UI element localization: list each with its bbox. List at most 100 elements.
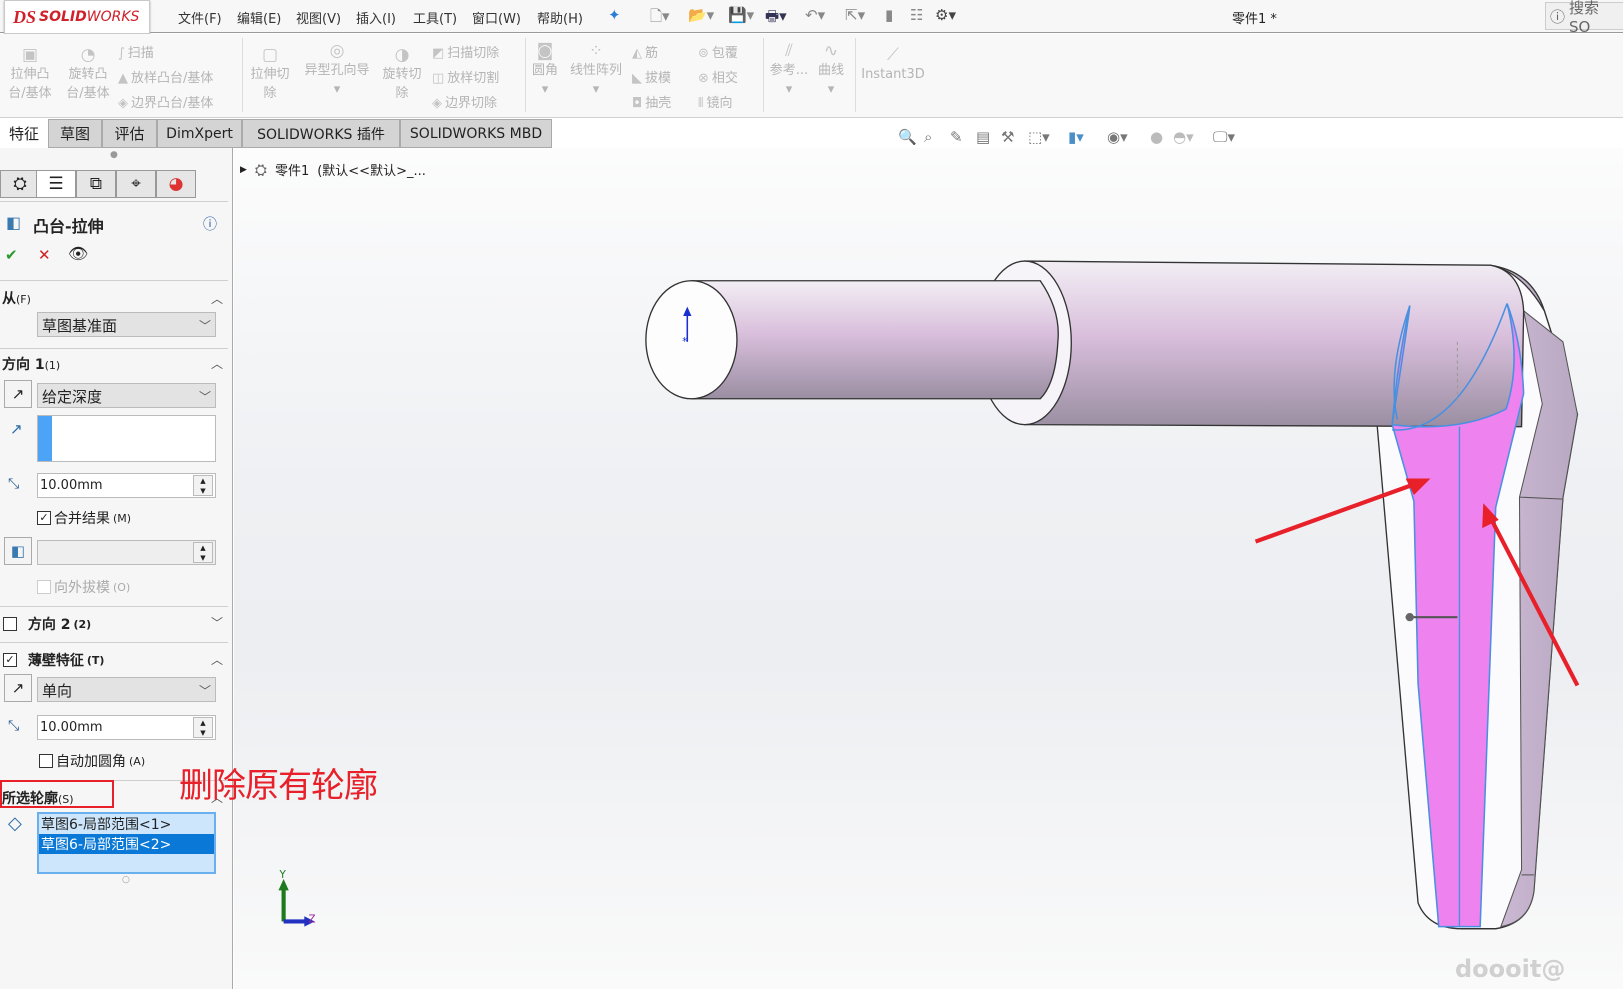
search-box[interactable]: ⓘ 搜索 SO [1545,0,1623,36]
expand-chevron-icon[interactable]: ﹀ [211,614,223,631]
reverse-thin-direction-button[interactable]: ↗ [4,674,32,702]
display-style-icon[interactable]: ▮▾ [1068,128,1084,146]
draft-outward-checkbox[interactable]: 向外拔模 (O) [37,577,130,597]
contour-list-item-selected[interactable]: 草图6-局部范围<2> [39,834,214,854]
fillet-button[interactable]: ◙ 圆角 ▾ [528,42,562,99]
menu-view[interactable]: 视图(V) [296,8,341,27]
from-select[interactable]: 草图基准面 ﹀ [37,312,216,337]
depth-input[interactable]: 10.00mm ▲ ▼ [37,473,216,498]
collapse-chevron-icon[interactable]: ︿ [211,290,223,307]
cancel-x-icon[interactable]: ✕ [38,246,51,264]
solidworks-logo[interactable]: DS SOLIDWORKS [4,0,150,34]
save-icon[interactable]: 💾▾ [728,6,754,24]
display-manager-tab[interactable]: ◕ [156,170,196,198]
reference-geometry-button[interactable]: ⫽ 参考... ▾ [768,42,810,99]
boundary-boss-button[interactable]: ◈ 边界凸台/基体 [118,92,213,111]
revolve-boss-button[interactable]: ◔ 旋转凸台/基体 [62,46,114,103]
contour-list-item[interactable]: 草图6-局部范围<1> [39,814,214,834]
menu-tools[interactable]: 工具(T) [413,8,457,27]
rebuild-icon[interactable]: ▮ [885,6,893,24]
tab-features[interactable]: 特征 [0,119,48,148]
curves-button[interactable]: ∿ 曲线 ▾ [814,42,848,99]
feature-tree-root[interactable]: ▶ ⛭ 零件1 (默认<<默认>_... [240,160,426,180]
section-direction1-header[interactable]: 方向 1(1) [2,354,60,374]
tab-solidworks-mbd[interactable]: SOLIDWORKS MBD [400,119,552,148]
zoom-to-area-icon[interactable]: ⌕ [924,128,932,146]
hide-show-items-icon[interactable]: ◉▾ [1107,128,1128,146]
collapse-chevron-icon[interactable]: ︿ [211,651,223,668]
draft-toggle-button[interactable]: ◧ [4,537,32,565]
shell-button[interactable]: ◘ 抽壳 [632,92,671,111]
wrap-button[interactable]: ⊚ 包覆 [698,42,738,61]
tab-sketch[interactable]: 草图 [48,119,102,148]
draft-button[interactable]: ◣ 拔模 [632,67,671,86]
open-icon[interactable]: 📂▾ [688,6,714,24]
extrude-cut-button[interactable]: ▢ 拉伸切除 [248,46,292,103]
tab-dimxpert[interactable]: DimXpert [157,119,242,148]
graphics-area[interactable] [234,148,1623,989]
boundary-cut-button[interactable]: ◈ 边界切除 [432,92,497,111]
list-resize-handle[interactable]: ○ [122,875,130,885]
section-view-icon[interactable]: ▤ [976,128,990,146]
panel-resize-handle[interactable]: ● [110,150,118,160]
auto-fillet-checkbox[interactable]: 自动加圆角 (A) [39,751,145,771]
extrude-boss-button[interactable]: ▣ 拉伸凸台/基体 [4,46,56,103]
previous-view-icon[interactable]: ✎ [950,128,963,146]
loft-button[interactable]: ▲ 放样凸台/基体 [118,67,213,86]
thin-type-select[interactable]: 单向 ﹀ [37,677,216,702]
spinner-arrows[interactable]: ▲ ▼ [193,542,213,563]
thickness-input[interactable]: 10.00mm ▲ ▼ [37,715,216,740]
spinner-arrows[interactable]: ▲ ▼ [193,475,213,496]
property-manager-tab[interactable]: ☰ [36,170,76,198]
expand-arrow-icon[interactable]: ▶ [240,165,247,175]
section-direction2-header[interactable]: 方向 2 (2) [3,614,91,634]
help-icon[interactable]: ⓘ [1550,6,1565,27]
direction-selection-box[interactable] [37,415,216,462]
print-icon[interactable]: 🖶▾ [765,6,787,31]
feature-manager-tab[interactable]: ⛭ [0,170,40,198]
edit-appearance-icon[interactable]: ● [1150,128,1163,146]
intersect-button[interactable]: ⊗ 相交 [698,67,738,86]
pin-icon[interactable]: ✦ [608,6,621,24]
preview-eye-icon[interactable]: 👁 [68,244,88,263]
dimxpert-manager-tab[interactable]: ⌖ [116,170,156,198]
revolve-cut-button[interactable]: ◑ 旋转切除 [380,46,424,103]
tab-evaluate[interactable]: 评估 [102,119,157,148]
configuration-manager-tab[interactable]: ⧉ [76,170,116,198]
tab-solidworks-addins[interactable]: SOLIDWORKS 插件 [242,119,400,148]
rib-button[interactable]: ◭ 筋 [632,42,658,61]
section-thin-feature-header[interactable]: ✓ 薄壁特征 (T) [3,650,104,670]
mirror-button[interactable]: ⫴ 镜向 [698,92,732,111]
draft-angle-input[interactable]: ▲ ▼ [37,540,216,565]
menu-window[interactable]: 窗口(W) [472,8,521,27]
menu-help[interactable]: 帮助(H) [537,8,583,27]
hole-wizard-button[interactable]: ◎ 异型孔向导 ▾ [300,42,374,99]
undo-icon[interactable]: ↶▾ [805,6,825,24]
zoom-to-fit-icon[interactable]: 🔍 [898,128,917,146]
swept-cut-button[interactable]: ◩ 扫描切除 [432,42,499,61]
menu-insert[interactable]: 插入(I) [356,8,396,27]
instant3d-button[interactable]: ⟋ Instant3D [860,46,926,84]
help-icon[interactable]: ⓘ [203,214,217,234]
merge-result-checkbox[interactable]: ✓ 合并结果 (M) [37,508,131,528]
collapse-chevron-icon[interactable]: ︿ [211,355,223,372]
select-icon[interactable]: ⇱▾ [845,6,865,24]
linear-pattern-button[interactable]: ⁘ 线性阵列 ▾ [566,42,626,99]
view-orientation-icon[interactable]: ⬚▾ [1028,128,1050,146]
file-properties-icon[interactable]: ☷ [910,6,923,24]
selected-contours-list[interactable]: 草图6-局部范围<1> 草图6-局部范围<2> [37,812,216,874]
end-condition-select[interactable]: 给定深度 ﹀ [37,383,216,408]
menu-edit[interactable]: 编辑(E) [237,8,281,27]
new-document-icon[interactable]: 🗋▾ [650,6,670,31]
view-settings-icon[interactable]: 🖵▾ [1213,128,1235,146]
reverse-direction-button[interactable]: ↗ [4,380,32,408]
menu-file[interactable]: 文件(F) [178,8,222,27]
lofted-cut-button[interactable]: ◫ 放样切割 [432,67,499,86]
section-from-header[interactable]: 从(F) [2,288,31,308]
dynamic-annotation-icon[interactable]: ⚒ [1001,128,1014,146]
apply-scene-icon[interactable]: ◓▾ [1173,128,1194,146]
spinner-arrows[interactable]: ▲ ▼ [193,717,213,738]
ok-checkmark-icon[interactable]: ✔ [5,246,18,264]
options-gear-icon[interactable]: ⚙▾ [935,6,956,24]
sweep-button[interactable]: ∫ 扫描 [118,42,154,61]
